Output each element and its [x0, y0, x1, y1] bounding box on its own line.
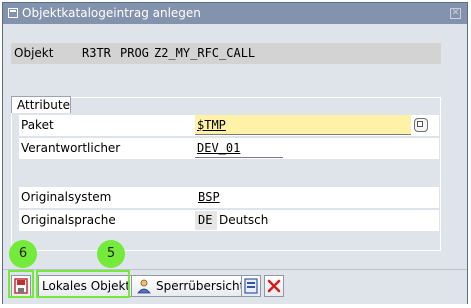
dialog-window: Objektkatalogeintrag anlegen ✕ Objekt R3…: [2, 2, 468, 304]
callout-5-highlight: [36, 270, 130, 298]
object-header-strip: Objekt R3TR PROG Z2_MY_RFC_CALL: [11, 43, 441, 64]
cancel-button[interactable]: [264, 275, 284, 297]
object-name-field: Z2_MY_RFC_CALL: [151, 44, 301, 63]
callout-5: 5: [97, 240, 125, 268]
originalsprache-text: Deutsch: [219, 213, 269, 227]
originalsystem-row: Originalsystem: [19, 187, 439, 208]
originalsprache-label: Originalsprache: [21, 213, 116, 227]
sperruebersicht-label: Sperrübersicht: [156, 279, 245, 293]
originalsprache-code: DE: [195, 211, 217, 230]
value-help-icon[interactable]: [414, 118, 428, 132]
transport-icon: [244, 278, 258, 294]
originalsystem-label: Originalsystem: [21, 190, 112, 204]
verantwortlicher-label: Verantwortlicher: [21, 141, 121, 155]
sperruebersicht-button[interactable]: Sperrübersicht: [131, 275, 249, 297]
window-menu-icon[interactable]: [8, 8, 18, 18]
cancel-icon: [267, 279, 281, 293]
window-title: Objektkatalogeintrag anlegen: [22, 6, 201, 20]
verantwortlicher-input[interactable]: DEV_01: [195, 138, 283, 158]
transport-request-button[interactable]: [241, 275, 261, 297]
paket-label: Paket: [21, 118, 54, 132]
attribute-group-title: Attribute: [11, 96, 71, 113]
pgmid-field: R3TR: [79, 44, 115, 63]
callout-6-highlight: [8, 270, 34, 298]
close-icon[interactable]: ✕: [450, 8, 461, 19]
object-type-field: PROG: [117, 44, 151, 63]
originalsystem-field: BSP: [195, 188, 221, 207]
person-icon: [137, 279, 151, 294]
objekt-label: Objekt: [14, 46, 54, 60]
paket-input[interactable]: $TMP: [195, 115, 411, 135]
title-bar: Objektkatalogeintrag anlegen ✕: [3, 3, 467, 24]
callout-6: 6: [9, 240, 37, 268]
